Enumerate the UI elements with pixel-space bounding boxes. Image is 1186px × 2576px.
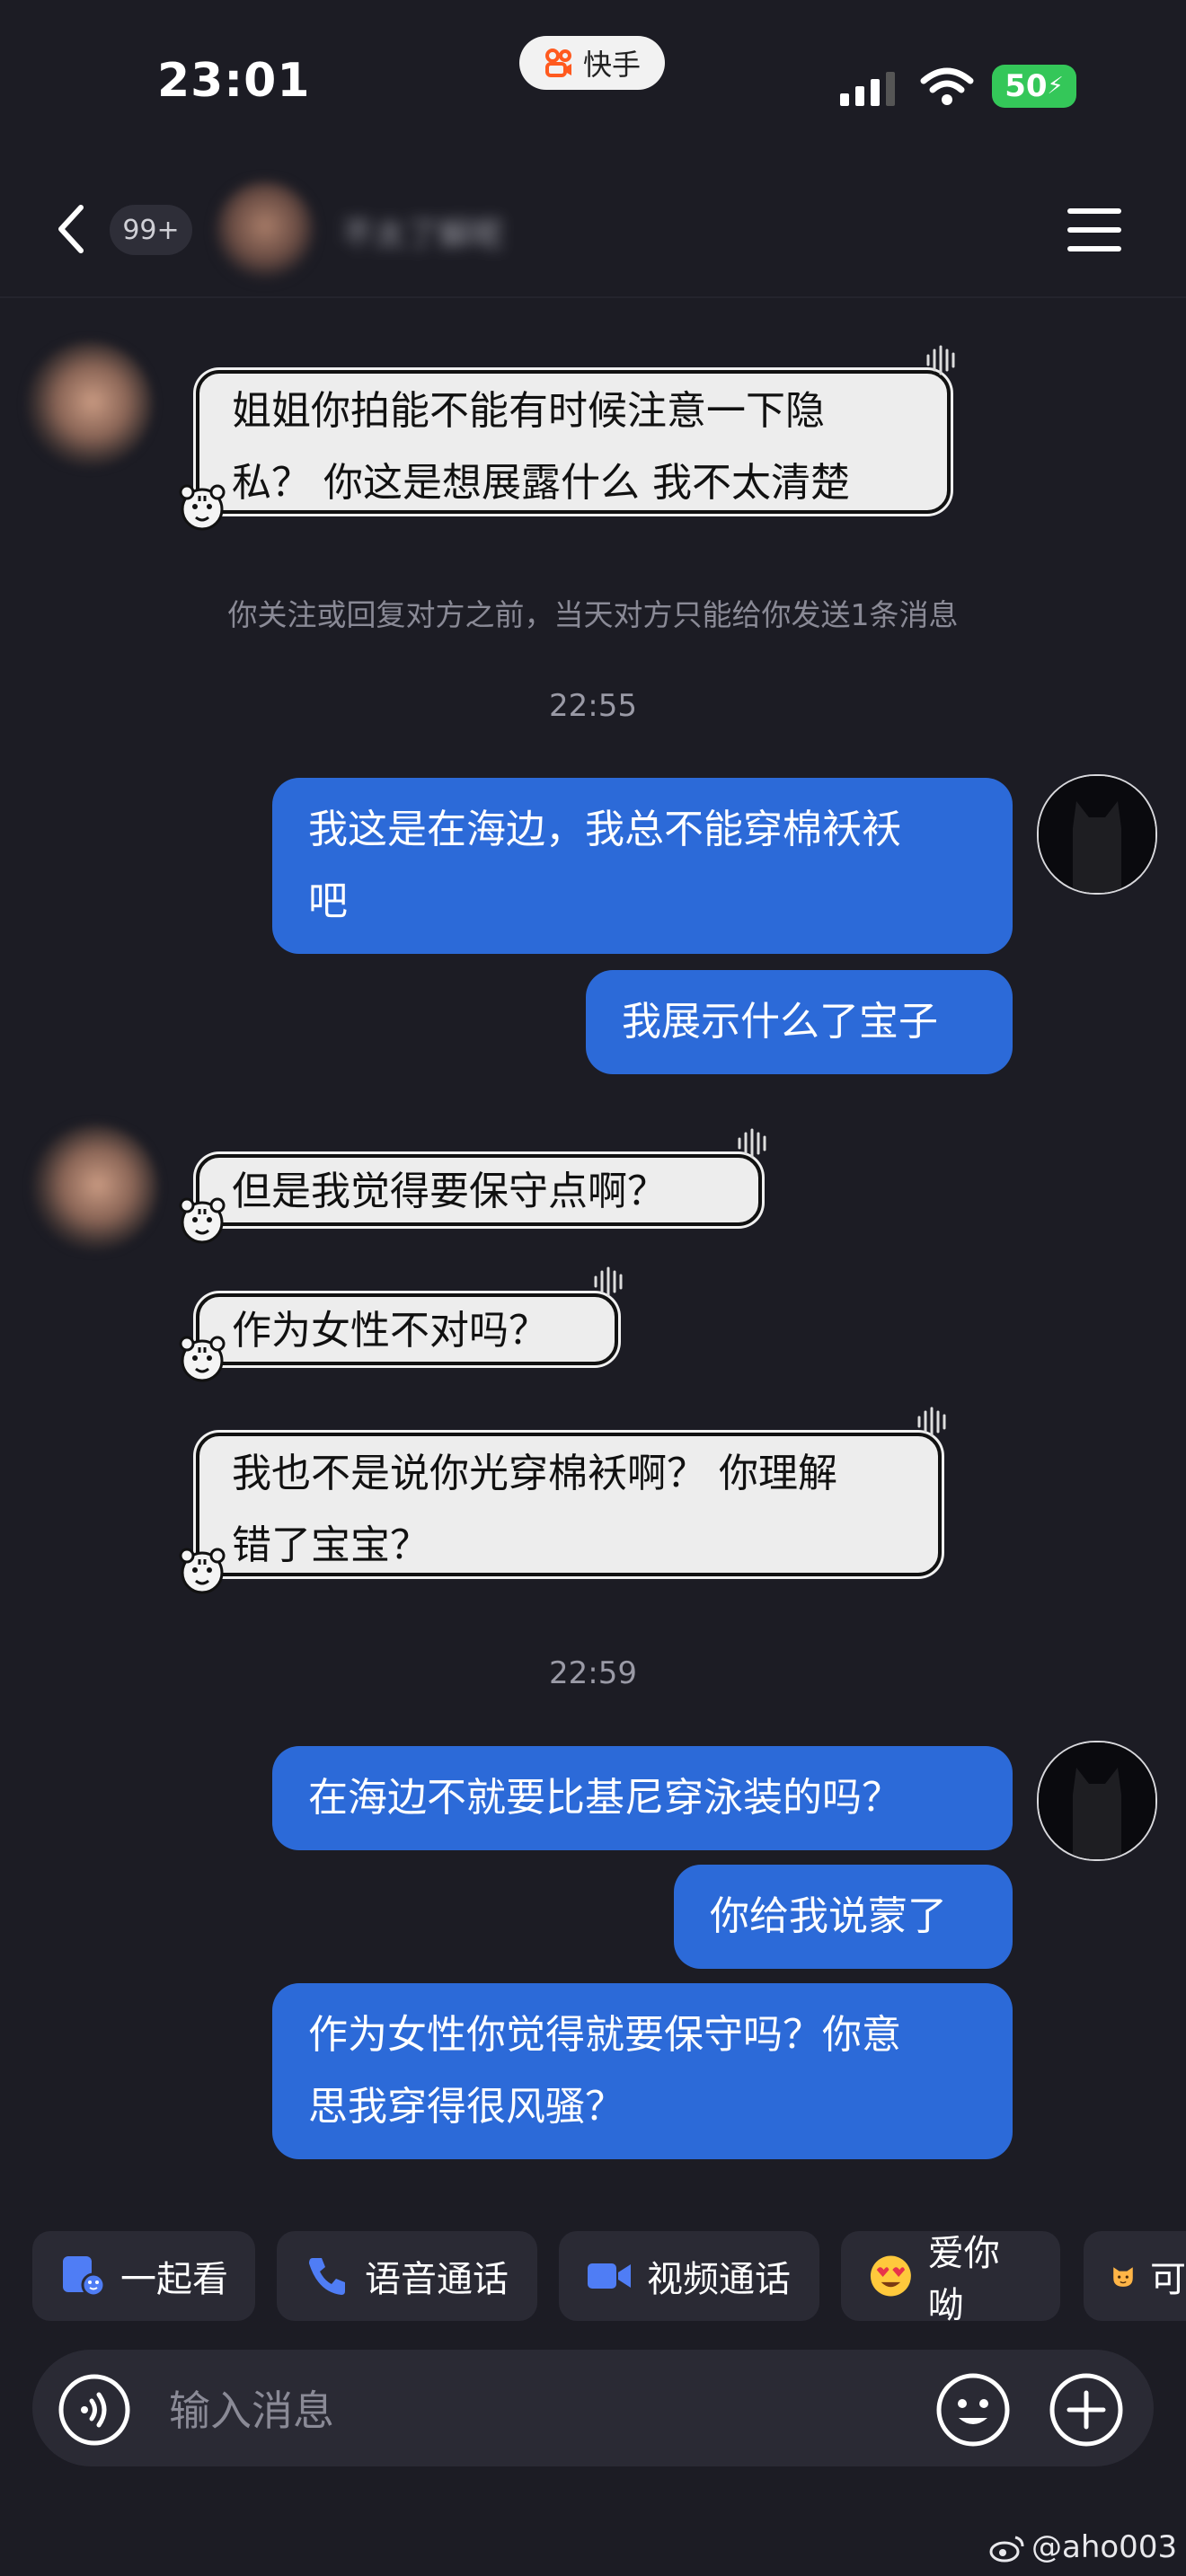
sound-wave-icon bbox=[738, 1128, 766, 1159]
sent-message-bubble[interactable]: 在海边不就要比基尼穿泳装的吗？ bbox=[272, 1746, 1013, 1850]
message-text-line: 私？ 你这是想展露什么 我不太清楚 bbox=[232, 460, 850, 506]
contact-avatar[interactable] bbox=[216, 181, 314, 280]
message-text-line: 错了宝宝？ bbox=[232, 1522, 429, 1568]
black-cat-icon bbox=[1039, 776, 1155, 893]
timestamp: 22:55 bbox=[549, 688, 637, 724]
app-indicator-label: 快手 bbox=[582, 48, 641, 82]
app-indicator-pill[interactable]: 快手 bbox=[519, 36, 665, 90]
quick-action-label: 语音通话 bbox=[365, 2259, 509, 2300]
back-chevron-icon[interactable] bbox=[54, 202, 90, 256]
message-text-line: 我展示什么了宝子 bbox=[622, 999, 938, 1045]
quick-action-label: 视频通话 bbox=[647, 2259, 791, 2300]
wifi-icon bbox=[920, 67, 974, 105]
quick-action-watch-together[interactable]: 一起看 bbox=[32, 2231, 255, 2321]
message-input[interactable] bbox=[167, 2380, 890, 2441]
voice-input-icon[interactable] bbox=[58, 2373, 131, 2447]
my-avatar[interactable] bbox=[1037, 774, 1157, 895]
message-limit-notice: 你关注或回复对方之前，当天对方只能给你发送1条消息 bbox=[227, 597, 959, 632]
tiger-face-icon bbox=[179, 1336, 226, 1382]
message-text-line: 我也不是说你光穿棉袄啊？ 你理解 bbox=[232, 1451, 837, 1496]
menu-icon[interactable] bbox=[1067, 207, 1121, 253]
cellular-signal-icon bbox=[840, 72, 895, 106]
message-text-line: 吧 bbox=[308, 878, 348, 924]
contact-name[interactable]: 不太了解呢 bbox=[341, 208, 562, 253]
sender-avatar[interactable] bbox=[32, 1125, 158, 1250]
received-message-bubble[interactable]: 姐姐你拍能不能有时候注意一下隐 私？ 你这是想展露什么 我不太清楚 bbox=[196, 370, 951, 514]
my-avatar[interactable] bbox=[1037, 1741, 1157, 1861]
quick-action-video-call[interactable]: 视频通话 bbox=[559, 2231, 819, 2321]
cat-emoji-icon bbox=[1113, 2267, 1133, 2287]
video-camera-icon bbox=[588, 2263, 631, 2289]
watch-together-icon bbox=[63, 2256, 106, 2298]
tiger-face-icon bbox=[179, 1548, 226, 1594]
message-text-line: 思我穿得很风骚？ bbox=[308, 2084, 624, 2130]
emoji-icon[interactable] bbox=[934, 2371, 1012, 2448]
received-message-bubble[interactable]: 我也不是说你光穿棉袄啊？ 你理解 错了宝宝？ bbox=[196, 1433, 942, 1576]
status-time: 23:01 bbox=[157, 54, 311, 108]
message-text-line: 你给我说蒙了 bbox=[710, 1893, 947, 1939]
message-text-line: 作为女性你觉得就要保守吗？你意 bbox=[308, 2012, 901, 2058]
sound-wave-icon bbox=[917, 1407, 946, 1437]
sent-message-bubble[interactable]: 你给我说蒙了 bbox=[674, 1865, 1013, 1969]
kuaishou-logo-icon bbox=[544, 49, 571, 77]
add-attachment-icon[interactable] bbox=[1048, 2371, 1125, 2448]
watermark: @aho003 bbox=[988, 2529, 1177, 2565]
quick-action-voice-call[interactable]: 语音通话 bbox=[277, 2231, 537, 2321]
tiger-face-icon bbox=[179, 1197, 226, 1244]
quick-action-label: 可 bbox=[1150, 2259, 1186, 2300]
watermark-text: @aho003 bbox=[1031, 2529, 1178, 2565]
quick-action-label: 爱你呦 bbox=[927, 2233, 1000, 2326]
weibo-logo-icon bbox=[989, 2536, 1024, 2563]
message-text-line: 在海边不就要比基尼穿泳装的吗？ bbox=[308, 1775, 901, 1821]
message-text-line: 但是我觉得要保守点啊？ bbox=[232, 1169, 667, 1214]
black-cat-icon bbox=[1039, 1742, 1155, 1859]
quick-action-love-you[interactable]: 爱你呦 bbox=[841, 2231, 1060, 2326]
message-text-line: 作为女性不对吗？ bbox=[232, 1308, 548, 1354]
sent-message-bubble[interactable]: 我展示什么了宝子 bbox=[586, 970, 1013, 1074]
received-message-bubble[interactable]: 作为女性不对吗？ bbox=[196, 1293, 618, 1365]
heart-eyes-emoji-icon bbox=[870, 2255, 911, 2297]
quick-action-partial[interactable]: 可 bbox=[1084, 2231, 1186, 2321]
sender-avatar[interactable] bbox=[27, 341, 153, 467]
message-text-line: 姐姐你拍能不能有时候注意一下隐 bbox=[232, 388, 825, 434]
received-message-bubble[interactable]: 但是我觉得要保守点啊？ bbox=[196, 1154, 762, 1226]
quick-action-label: 一起看 bbox=[120, 2259, 228, 2300]
unread-count-badge[interactable]: 99+ bbox=[110, 205, 192, 255]
battery-indicator: 50 ⚡ bbox=[992, 65, 1076, 108]
nav-divider bbox=[0, 296, 1186, 298]
battery-level: 50 bbox=[1005, 68, 1048, 104]
tiger-face-icon bbox=[179, 484, 226, 531]
sound-wave-icon bbox=[926, 345, 955, 375]
sent-message-bubble[interactable]: 作为女性你觉得就要保守吗？你意 思我穿得很风骚？ bbox=[272, 1983, 1013, 2159]
message-text-line: 我这是在海边，我总不能穿棉袄袄 bbox=[308, 807, 901, 852]
phone-icon bbox=[309, 2258, 345, 2295]
charging-bolt-icon: ⚡ bbox=[1047, 73, 1064, 100]
timestamp: 22:59 bbox=[549, 1655, 637, 1691]
sent-message-bubble[interactable]: 我这是在海边，我总不能穿棉袄袄 吧 bbox=[272, 778, 1013, 954]
sound-wave-icon bbox=[594, 1266, 623, 1297]
